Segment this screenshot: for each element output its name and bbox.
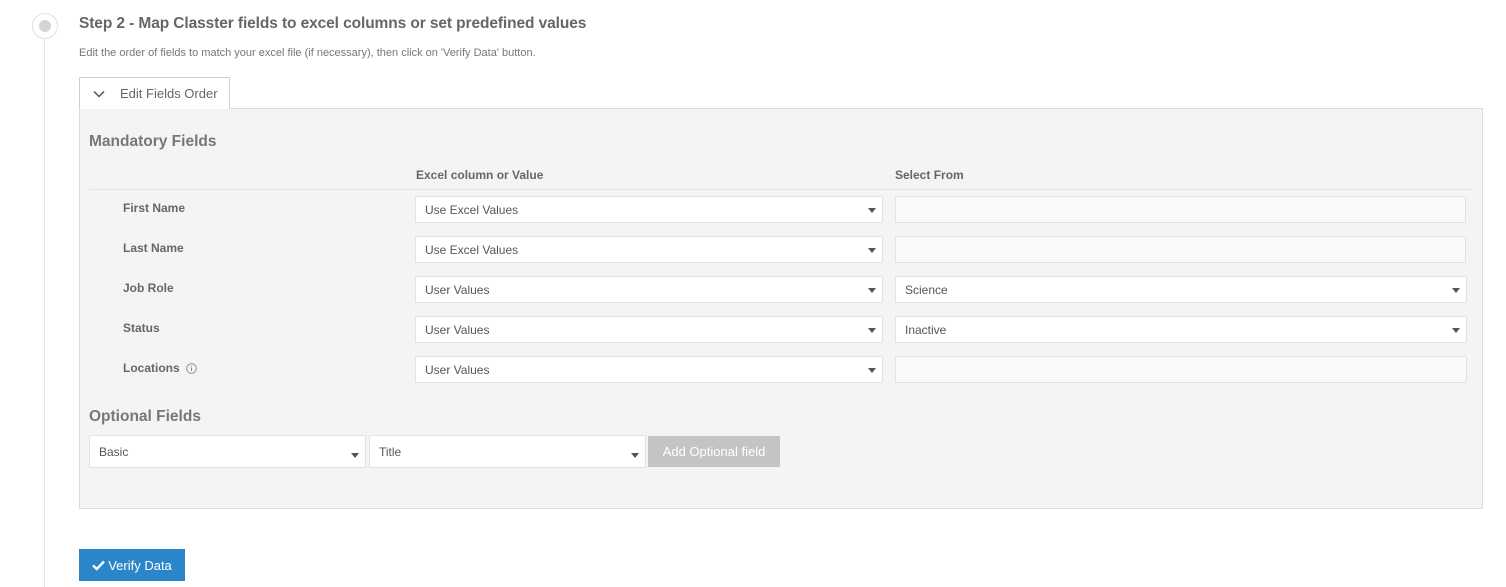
status-value-select[interactable]: User Values xyxy=(415,316,883,343)
field-label-status: Status xyxy=(123,321,160,335)
step-indicator-icon xyxy=(32,13,58,39)
dropdown-caret-icon xyxy=(868,327,876,333)
field-label-last-name: Last Name xyxy=(123,241,184,255)
job-role-select-from-select[interactable]: Science xyxy=(895,276,1467,303)
mapping-panel: Mandatory Fields Excel column or Value S… xyxy=(79,108,1483,509)
status-select-from-select[interactable]: Inactive xyxy=(895,316,1467,343)
dropdown-caret-icon xyxy=(1452,287,1460,293)
locations-value-select[interactable]: User Values xyxy=(415,356,883,383)
dropdown-caret-icon xyxy=(868,247,876,253)
last-name-value-text: Use Excel Values xyxy=(425,242,519,257)
chevron-down-icon xyxy=(93,88,105,100)
dropdown-caret-icon xyxy=(868,367,876,373)
dropdown-caret-icon xyxy=(631,452,639,458)
status-value-text: User Values xyxy=(425,322,490,337)
optional-fields-title: Optional Fields xyxy=(89,408,201,425)
last-name-select-from-input[interactable] xyxy=(895,236,1466,263)
mandatory-fields-title: Mandatory Fields xyxy=(89,133,217,150)
edit-fields-order-label: Edit Fields Order xyxy=(120,86,218,101)
field-label-job-role: Job Role xyxy=(123,281,174,295)
dropdown-caret-icon xyxy=(351,452,359,458)
field-label-locations: Locations xyxy=(123,361,197,375)
edit-fields-order-button[interactable]: Edit Fields Order xyxy=(79,77,230,109)
step-title: Step 2 - Map Classter fields to excel co… xyxy=(79,15,587,32)
optional-field-text: Title xyxy=(379,444,402,459)
first-name-value-text: Use Excel Values xyxy=(425,202,519,217)
last-name-value-select[interactable]: Use Excel Values xyxy=(415,236,883,263)
verify-data-button[interactable]: Verify Data xyxy=(79,549,185,581)
optional-category-text: Basic xyxy=(99,444,129,459)
first-name-value-select[interactable]: Use Excel Values xyxy=(415,196,883,223)
job-role-value-select[interactable]: User Values xyxy=(415,276,883,303)
locations-value-text: User Values xyxy=(425,362,490,377)
add-optional-field-button[interactable]: Add Optional field xyxy=(648,436,780,467)
dropdown-caret-icon xyxy=(1452,327,1460,333)
first-name-select-from-input[interactable] xyxy=(895,196,1466,223)
job-role-value-text: User Values xyxy=(425,282,490,297)
info-icon[interactable] xyxy=(185,362,197,374)
locations-select-from-input[interactable] xyxy=(895,356,1467,383)
job-role-select-from-text: Science xyxy=(905,282,948,297)
status-select-from-text: Inactive xyxy=(905,322,947,337)
header-divider xyxy=(89,189,1472,190)
dropdown-caret-icon xyxy=(868,287,876,293)
select-from-header: Select From xyxy=(895,168,964,182)
dropdown-caret-icon xyxy=(868,207,876,213)
step-description: Edit the order of fields to match your e… xyxy=(79,47,536,59)
optional-field-select[interactable]: Title xyxy=(369,435,646,468)
excel-column-header: Excel column or Value xyxy=(416,168,544,182)
field-label-locations-text: Locations xyxy=(123,361,180,375)
optional-category-select[interactable]: Basic xyxy=(89,435,366,468)
check-icon xyxy=(92,560,106,571)
verify-data-label: Verify Data xyxy=(108,557,172,573)
timeline-line xyxy=(44,34,45,587)
field-label-first-name: First Name xyxy=(123,201,186,215)
